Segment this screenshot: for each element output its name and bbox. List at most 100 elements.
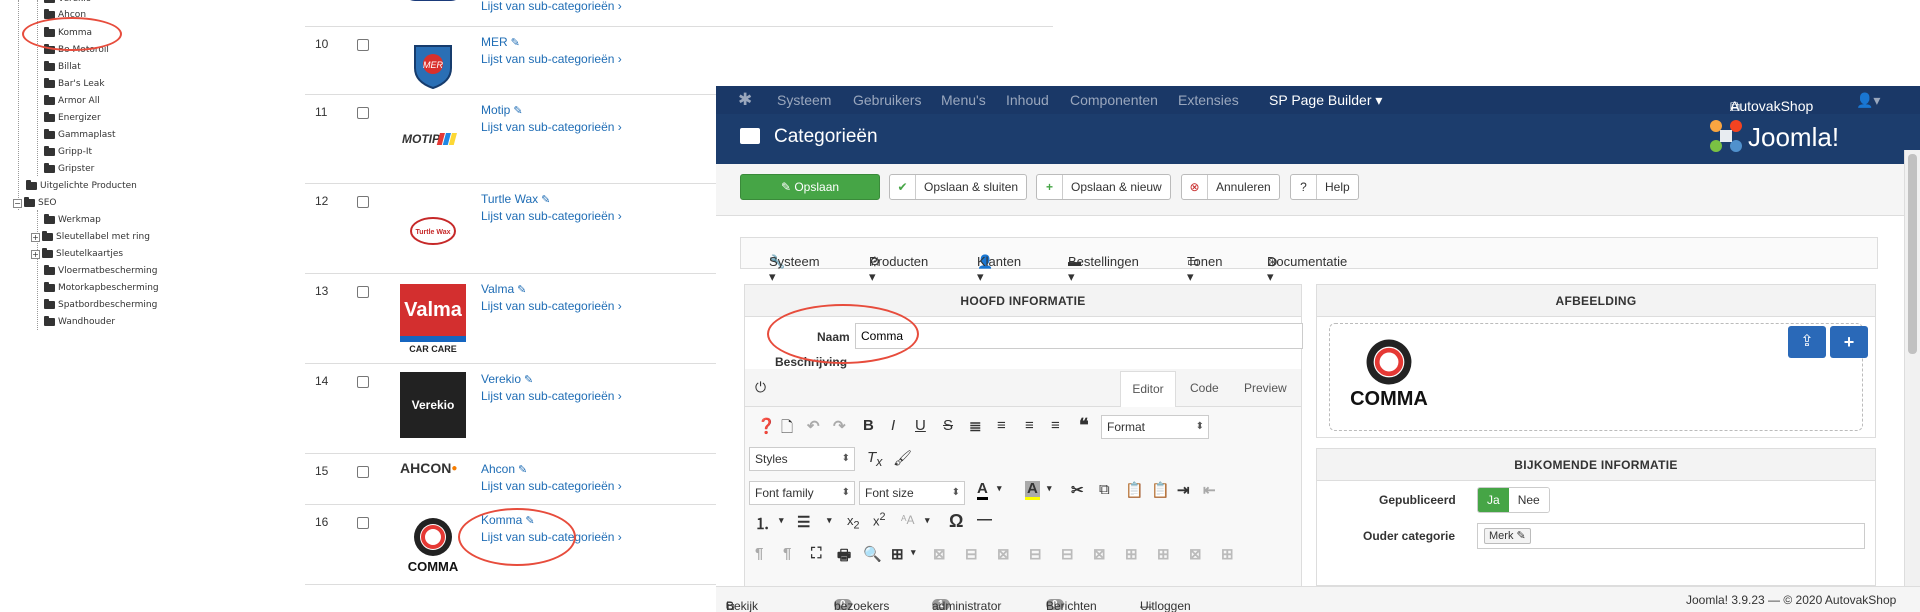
help-icon[interactable]: ❓ [757, 417, 776, 435]
menu-gebruikers[interactable]: Gebruikers [853, 92, 921, 108]
tree-item[interactable]: Verekio [44, 0, 91, 6]
menu-systeem[interactable]: Systeem [777, 92, 831, 108]
bullet-list-icon[interactable]: ☰ [797, 513, 810, 531]
help-button[interactable]: ? Help [1290, 174, 1359, 200]
paragraph-rtl-icon[interactable]: ¶ [783, 545, 791, 562]
save-button[interactable]: ✎ Opslaan [740, 174, 880, 200]
tab-editor[interactable]: Editor [1120, 371, 1176, 407]
bold-icon[interactable]: B [863, 417, 874, 434]
tree-item[interactable]: Energizer [44, 111, 101, 125]
row-checkbox[interactable] [357, 196, 369, 208]
expand-icon[interactable]: + [31, 232, 40, 242]
font-size-select[interactable]: Font size [859, 481, 965, 505]
parent-category-field[interactable]: Merk ✎ [1477, 523, 1865, 549]
category-name-link[interactable]: Ahcon ✎ [481, 462, 527, 476]
row-checkbox[interactable] [357, 517, 369, 529]
blockquote-icon[interactable]: ❝ [1079, 415, 1089, 436]
chevron-down-icon[interactable]: ▾ [997, 483, 1002, 494]
strikethrough-icon[interactable]: S [943, 417, 953, 434]
row-checkbox[interactable] [357, 107, 369, 119]
upload-button[interactable]: ⇪ [1788, 326, 1826, 358]
scrollbar[interactable] [1904, 150, 1920, 586]
font-family-select[interactable]: Font family [749, 481, 855, 505]
format-select[interactable]: Format [1101, 415, 1209, 439]
tab-preview[interactable]: Preview [1244, 381, 1287, 395]
paste-text-icon[interactable]: 📋 [1151, 481, 1170, 499]
table-cell-icon[interactable]: ⊞ [1221, 545, 1234, 563]
subcategories-link[interactable]: Lijst van sub-categorieën › [481, 209, 622, 223]
category-name-link[interactable]: Motip ✎ [481, 103, 523, 117]
parent-category-tag[interactable]: Merk ✎ [1484, 528, 1531, 544]
table-props-icon[interactable]: ⊟ [965, 545, 978, 563]
styles-select[interactable]: Styles [749, 447, 855, 471]
tree-item[interactable]: Werkmap [44, 213, 101, 227]
category-name-link[interactable]: MER ✎ [481, 35, 520, 49]
scrollbar-thumb[interactable] [1908, 154, 1917, 354]
expand-icon[interactable]: + [31, 249, 40, 259]
paste-icon[interactable]: 📋 [1125, 481, 1144, 499]
table-icon[interactable]: ⊞ [891, 545, 904, 563]
cancel-button[interactable]: ⊗ Annuleren [1181, 174, 1280, 200]
name-input[interactable] [855, 323, 1303, 349]
background-color-icon[interactable]: A [1025, 481, 1040, 500]
table-row-icon[interactable]: ⊟ [1061, 545, 1074, 563]
table-row-icon[interactable]: ⊠ [997, 545, 1010, 563]
copy-icon[interactable]: ⧉ [1099, 481, 1110, 498]
chevron-down-icon[interactable]: ▾ [925, 515, 930, 526]
tab-code[interactable]: Code [1190, 381, 1219, 395]
category-name-link[interactable]: Valma ✎ [481, 282, 526, 296]
tree-item[interactable]: Wandhouder [44, 315, 115, 329]
numbered-list-icon[interactable]: ⒈ [755, 513, 770, 534]
subcategories-link[interactable]: Lijst van sub-categorieën › [481, 52, 622, 66]
chevron-down-icon[interactable]: ▾ [827, 515, 832, 526]
subscript-icon[interactable]: x2 [847, 513, 860, 532]
tree-item[interactable]: Motorkapbescherming [44, 281, 159, 295]
published-toggle[interactable]: Ja Nee [1477, 487, 1550, 513]
undo-icon[interactable]: ↶ [807, 417, 820, 435]
menu-componenten[interactable]: Componenten [1070, 92, 1158, 108]
row-checkbox[interactable] [357, 286, 369, 298]
align-right-icon[interactable]: ≡ [1051, 417, 1060, 434]
collapse-icon[interactable]: − [13, 198, 22, 208]
tree-item[interactable]: Bar's Leak [44, 77, 105, 91]
redo-icon[interactable]: ↷ [833, 417, 846, 435]
menu-extensies[interactable]: Extensies [1178, 92, 1239, 108]
table-delete-icon[interactable]: ⊠ [933, 545, 946, 563]
fullscreen-icon[interactable]: ⛶ [811, 545, 822, 562]
tree-item[interactable]: − SEO [13, 196, 56, 210]
table-col-icon[interactable]: ⊞ [1157, 545, 1170, 563]
tree-item[interactable]: Armor All [44, 94, 100, 108]
chevron-down-icon[interactable]: ▾ [1047, 483, 1052, 494]
italic-icon[interactable]: I [891, 417, 895, 434]
align-left-icon[interactable]: ≡ [1025, 417, 1034, 434]
horizontal-rule-icon[interactable]: — [977, 511, 992, 528]
image-dropzone[interactable]: COMMA ⇪ + [1329, 323, 1868, 431]
joomla-icon[interactable]: ✱ [738, 90, 752, 110]
search-icon[interactable]: 🔍 [863, 545, 882, 563]
category-name-link[interactable]: Verekio ✎ [481, 372, 533, 386]
subcategories-link[interactable]: Lijst van sub-categorieën › [481, 479, 622, 493]
published-yes[interactable]: Ja [1478, 488, 1509, 512]
table-row-icon[interactable]: ⊟ [1029, 545, 1042, 563]
text-case-icon[interactable]: ᴬA [901, 513, 914, 527]
menu-sp-page-builder[interactable]: SP Page Builder ▾ [1269, 92, 1382, 109]
underline-icon[interactable]: U [915, 417, 926, 434]
tree-item[interactable]: Gripster [44, 162, 94, 176]
clear-formatting-icon[interactable]: Tx [867, 449, 882, 469]
menu-menus[interactable]: Menu's [941, 92, 986, 108]
outdent-icon[interactable]: ⇤ [1203, 481, 1216, 499]
category-name-link[interactable]: Turtle Wax ✎ [481, 192, 550, 206]
tree-item[interactable]: + Sleutellabel met ring [31, 230, 150, 244]
user-icon[interactable]: 👤▾ [1856, 92, 1880, 109]
tree-item[interactable]: Spatbordbescherming [44, 298, 157, 312]
tree-item[interactable]: Vloermatbescherming [44, 264, 157, 278]
subcategories-link[interactable]: Lijst van sub-categorieën › [481, 0, 622, 13]
table-col-icon[interactable]: ⊞ [1125, 545, 1138, 563]
tree-item[interactable]: Gripp-It [44, 145, 92, 159]
subcategories-link[interactable]: Lijst van sub-categorieën › [481, 389, 622, 403]
row-checkbox[interactable] [357, 376, 369, 388]
table-col-icon[interactable]: ⊠ [1093, 545, 1106, 563]
save-new-button[interactable]: + Opslaan & nieuw [1036, 174, 1171, 200]
table-col-icon[interactable]: ⊠ [1189, 545, 1202, 563]
tree-item[interactable]: Gammaplast [44, 128, 116, 142]
